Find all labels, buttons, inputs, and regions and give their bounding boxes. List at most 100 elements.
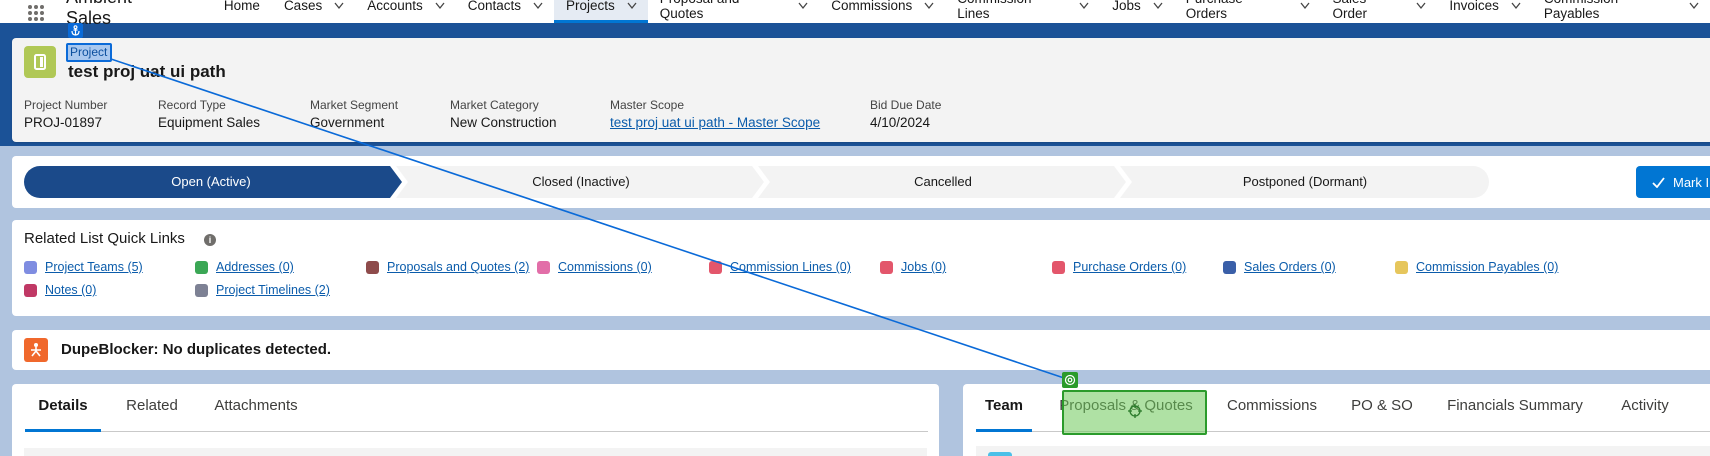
nav-item-home[interactable]: Home [212,0,272,19]
info-icon[interactable]: i [204,234,216,246]
nav-item-proposal-and-quotes[interactable]: Proposal and Quotes [648,0,819,21]
checkmark-icon [1652,176,1665,188]
chevron-down-icon[interactable] [1079,1,1089,10]
global-navigation: Ambient Sales Home Cases Accounts Contacts P… [0,0,1710,28]
stage-path: Open (Active) Closed (Inactive) Cancelle… [12,156,1710,208]
field-value: 4/10/2024 [870,115,931,130]
field-value: New Construction [450,115,557,130]
path-stage-label[interactable]: Cancelled [766,166,1120,198]
path-stage-label[interactable]: Open (Active) [24,166,398,198]
field-master-scope: Master Scope test proj uat ui path - Mas… [610,98,820,130]
field-market-category: Market Category New Construction [450,98,557,130]
path-stage-label[interactable]: Closed (Inactive) [404,166,758,198]
nav-item-cases[interactable]: Cases [272,0,355,19]
quick-link-commission-payables[interactable]: Commission Payables (0) [1395,260,1558,274]
quick-link-commissions[interactable]: Commissions (0) [537,260,652,274]
quick-links-title: Related List Quick Links [24,230,185,247]
nav-item-accounts[interactable]: Accounts [355,0,456,19]
nav-item-label: Purchase Orders [1185,0,1243,21]
tab-activity[interactable]: Activity [1610,384,1680,432]
mark-status-label: Mark I [1673,174,1710,190]
master-scope-link[interactable]: test proj uat ui path - Master Scope [610,115,820,130]
dupeblocker-icon [24,338,48,362]
tab-po-so[interactable]: PO & SO [1342,384,1422,432]
notes-icon [24,283,37,297]
nav-item-jobs[interactable]: Jobs [1100,0,1174,19]
nav-item-sales-order[interactable]: Sales Order [1321,0,1438,21]
nav-item-projects[interactable]: Projects [554,0,648,23]
mark-status-button[interactable]: Mark I [1636,166,1710,198]
chevron-down-icon[interactable] [533,1,543,10]
tab-proposals-quotes[interactable]: Proposals & Quotes [1052,384,1200,432]
nav-item-label: Commission Payables [1543,0,1618,21]
project-icon [24,46,56,78]
quick-link-purchase-orders[interactable]: Purchase Orders (0) [1052,260,1186,274]
address-icon [195,260,208,274]
commission-icon [537,260,550,274]
right-tab-bar: Team Proposals & Quotes Commissions PO &… [976,384,1710,432]
field-label: Record Type [158,98,226,112]
quick-link-label: Sales Orders (0) [1244,260,1336,274]
nav-item-label: Commissions [831,0,913,13]
chevron-down-icon[interactable] [924,1,934,10]
nav-item-label: Home [223,0,260,13]
quick-link-label: Commissions (0) [558,260,652,274]
nav-item-commission-payables[interactable]: Commission Payables [1532,0,1710,21]
quick-link-project-teams[interactable]: Project Teams (5) [24,260,143,274]
nav-item-purchase-orders[interactable]: Purchase Orders [1174,0,1321,21]
quick-link-label: Commission Payables (0) [1416,260,1559,274]
quick-link-label: Project Teams (5) [45,260,143,274]
nav-item-label: Proposal and Quotes [659,0,740,21]
quick-link-label: Project Timelines (2) [216,283,330,297]
left-tab-bar: Details Related Attachments [25,384,928,432]
nav-item-contacts[interactable]: Contacts [456,0,554,19]
tab-commissions[interactable]: Commissions [1220,384,1324,432]
field-record-type: Record Type Equipment Sales [158,98,260,130]
field-value: PROJ-01897 [24,115,103,130]
tab-financials-summary[interactable]: Financials Summary [1440,384,1590,432]
tab-details[interactable]: Details [25,384,101,432]
chevron-down-icon[interactable] [1689,1,1699,10]
related-list-quick-links: Related List Quick Links i Project Teams… [12,220,1710,316]
nav-item-label: Sales Order [1332,0,1368,21]
payables-icon [1395,260,1408,274]
chevron-down-icon[interactable] [798,1,808,10]
tab-attachments[interactable]: Attachments [201,384,311,432]
details-section [24,448,927,456]
chevron-down-icon[interactable] [627,1,637,10]
chevron-down-icon[interactable] [1300,1,1310,10]
dupeblocker-card: DupeBlocker: No duplicates detected. [12,330,1710,370]
chevron-down-icon[interactable] [1416,1,1426,10]
tab-team[interactable]: Team [976,384,1032,432]
purchase-order-icon [1052,260,1065,274]
quick-link-label: Notes (0) [45,283,97,297]
field-label: Master Scope [610,98,685,112]
quick-link-notes[interactable]: Notes (0) [24,283,96,297]
field-label: Market Segment [310,98,399,112]
chevron-down-icon[interactable] [334,1,344,10]
jobs-icon [880,260,893,274]
chevron-down-icon[interactable] [435,1,445,10]
nav-item-label: Accounts [367,0,423,13]
nav-item-commissions[interactable]: Commissions [819,0,945,19]
path-stage-label[interactable]: Postponed (Dormant) [1128,166,1482,198]
quick-link-sales-orders[interactable]: Sales Orders (0) [1223,260,1336,274]
quick-link-project-timelines[interactable]: Project Timelines (2) [195,283,330,297]
nav-item-label: Projects [566,0,615,13]
quick-link-addresses[interactable]: Addresses (0) [195,260,294,274]
team-tabset: Team Proposals & Quotes Commissions PO &… [963,384,1710,456]
dupeblocker-message: DupeBlocker: No duplicates detected. [61,341,332,358]
field-value: Equipment Sales [158,115,261,130]
sales-order-icon [1223,260,1236,274]
quick-link-proposals[interactable]: Proposals and Quotes (2) [366,260,529,274]
quick-link-commission-lines[interactable]: Commission Lines (0) [709,260,851,274]
record-header: Project test proj uat ui path Project Nu… [12,38,1710,142]
quick-link-jobs[interactable]: Jobs (0) [880,260,946,274]
chevron-down-icon[interactable] [1153,1,1163,10]
nav-item-invoices[interactable]: Invoices [1437,0,1532,19]
tab-related[interactable]: Related [121,384,183,432]
nav-item-commission-lines[interactable]: Commission Lines [945,0,1100,21]
app-launcher-icon[interactable] [28,4,48,21]
chevron-down-icon[interactable] [1511,1,1521,10]
field-value: Government [310,115,385,130]
